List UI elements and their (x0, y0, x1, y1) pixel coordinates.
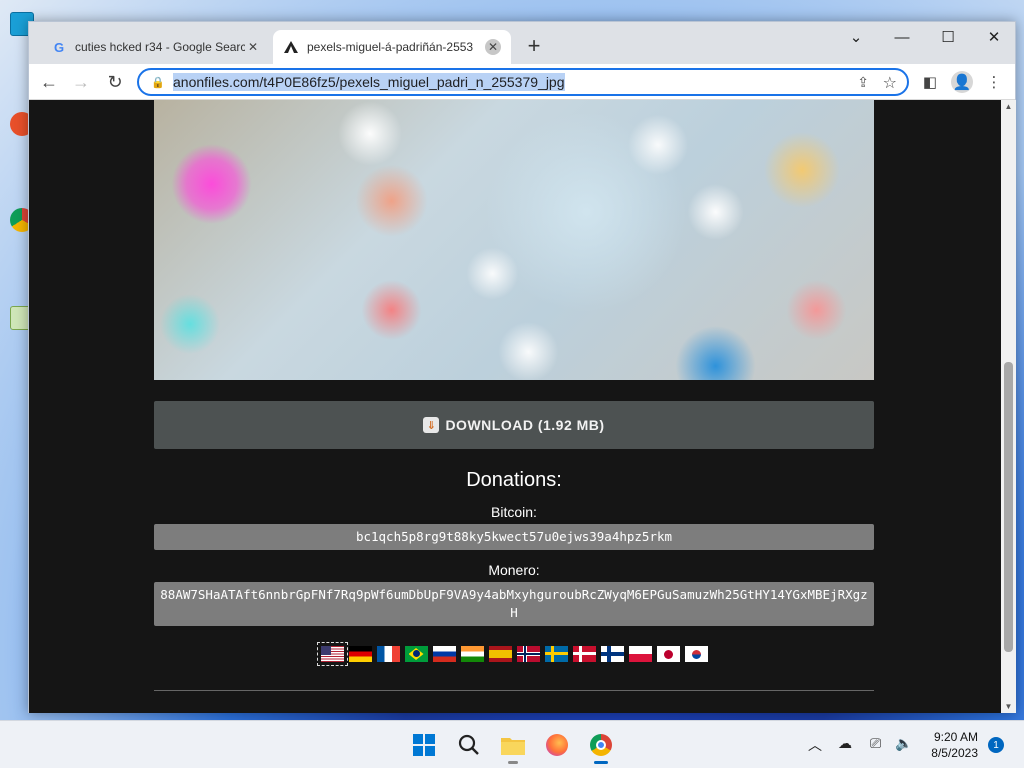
file-explorer-icon[interactable] (499, 731, 527, 764)
side-panel-icon[interactable]: ◧ (919, 71, 941, 93)
flag-en-us-icon[interactable] (316, 642, 348, 666)
close-icon[interactable]: ✕ (245, 39, 261, 55)
bookmark-star-icon[interactable]: ☆ (883, 73, 897, 93)
chrome-icon[interactable] (587, 731, 615, 764)
running-indicator (508, 761, 518, 764)
page-content: ⇓ DOWNLOAD (1.92 MB) Donations: Bitcoin:… (154, 100, 874, 691)
start-windows-icon[interactable] (410, 731, 438, 759)
notification-badge[interactable]: 1 (988, 737, 1004, 753)
close-window-button[interactable]: ✕ (971, 22, 1017, 52)
reload-button[interactable]: ↻ (103, 70, 127, 94)
scrollbar-thumb[interactable] (1004, 362, 1013, 652)
tab-search-icon[interactable]: ⌄ (833, 22, 879, 52)
flag-jp-icon[interactable] (656, 646, 680, 662)
active-indicator (594, 761, 608, 764)
taskbar: ︿ ☁ ⎚ 🔈 9:20 AM 8/5/2023 1 (0, 720, 1024, 768)
search-icon[interactable] (455, 731, 483, 759)
flag-in-icon[interactable] (460, 646, 484, 662)
google-icon: G (53, 39, 65, 55)
flag-dk-icon[interactable] (572, 646, 596, 662)
flag-no-icon[interactable] (516, 646, 540, 662)
flag-pl-icon[interactable] (628, 646, 652, 662)
tab-strip: G cuties hcked r34 - Google Search ✕ pex… (29, 22, 1015, 64)
volume-icon[interactable]: 🔈 (895, 735, 912, 752)
clock-time: 9:20 AM (933, 730, 978, 744)
monero-address[interactable]: 88AW7SHaATAft6nnbrGpFNf7Rq9pWf6umDbUpF9V… (154, 582, 874, 626)
download-icon: ⇓ (423, 417, 440, 433)
scroll-down-icon[interactable]: ▼ (1001, 702, 1016, 711)
maximize-button[interactable]: ☐ (925, 22, 971, 52)
divider (154, 690, 874, 691)
network-icon[interactable]: ⎚ (870, 735, 881, 752)
flag-fi-icon[interactable] (600, 646, 624, 662)
browser-window: G cuties hcked r34 - Google Search ✕ pex… (28, 21, 1016, 713)
bitcoin-address[interactable]: bc1qch5p8rg9t88ky5kwect57u0ejws39a4hpz5r… (154, 524, 874, 550)
bitcoin-label: Bitcoin: (491, 504, 537, 520)
scroll-up-icon[interactable]: ▲ (1001, 102, 1016, 111)
flag-fr-icon[interactable] (376, 646, 400, 662)
page-scrollbar[interactable]: ▲ ▼ (1001, 100, 1016, 713)
flag-de-icon[interactable] (348, 646, 372, 662)
tab-anonfiles[interactable]: pexels-miguel-á-padriñán-2553 ✕ (273, 30, 511, 64)
tab-title: cuties hcked r34 - Google Search (75, 40, 245, 54)
flag-pt-br-icon[interactable] (404, 646, 428, 662)
flag-ru-icon[interactable] (432, 646, 456, 662)
back-button[interactable]: ← (37, 70, 61, 94)
url-text[interactable]: anonfiles.com/t4P0E86fz5/pexels_miguel_p… (173, 73, 565, 91)
minimize-button[interactable]: — (879, 22, 925, 52)
close-icon[interactable]: ✕ (485, 39, 501, 55)
clock[interactable]: 9:20 AM 8/5/2023 (920, 729, 978, 761)
lock-icon[interactable]: 🔒 (151, 76, 165, 89)
page-viewport: ⇓ DOWNLOAD (1.92 MB) Donations: Bitcoin:… (29, 100, 1001, 713)
monero-label: Monero: (488, 562, 540, 578)
language-flags (154, 642, 874, 666)
donations-title: Donations: (466, 469, 562, 491)
anonfiles-icon (283, 39, 299, 55)
forward-button[interactable]: → (69, 70, 93, 94)
menu-kebab-icon[interactable]: ⋮ (983, 71, 1005, 93)
tab-google-search[interactable]: G cuties hcked r34 - Google Search ✕ (41, 30, 271, 64)
tab-title: pexels-miguel-á-padriñán-2553 (307, 40, 474, 54)
flag-kr-icon[interactable] (684, 646, 708, 662)
firefox-icon[interactable] (543, 731, 571, 759)
share-icon[interactable]: ⇪ (857, 74, 869, 91)
address-bar[interactable]: 🔒 anonfiles.com/t4P0E86fz5/pexels_miguel… (137, 68, 909, 96)
new-tab-button[interactable]: + (521, 34, 547, 58)
download-button[interactable]: ⇓ DOWNLOAD (1.92 MB) (154, 401, 874, 449)
browser-toolbar: ← → ↻ 🔒 anonfiles.com/t4P0E86fz5/pexels_… (29, 64, 1015, 100)
flag-es-icon[interactable] (488, 646, 512, 662)
flag-se-icon[interactable] (544, 646, 568, 662)
profile-avatar[interactable]: 👤 (951, 71, 973, 93)
onedrive-offline-icon[interactable]: ☁ (838, 735, 852, 752)
image-preview (154, 100, 874, 380)
download-label: DOWNLOAD (1.92 MB) (445, 417, 605, 433)
chevron-up-icon[interactable]: ︿ (808, 735, 822, 755)
clock-date: 8/5/2023 (931, 746, 978, 760)
